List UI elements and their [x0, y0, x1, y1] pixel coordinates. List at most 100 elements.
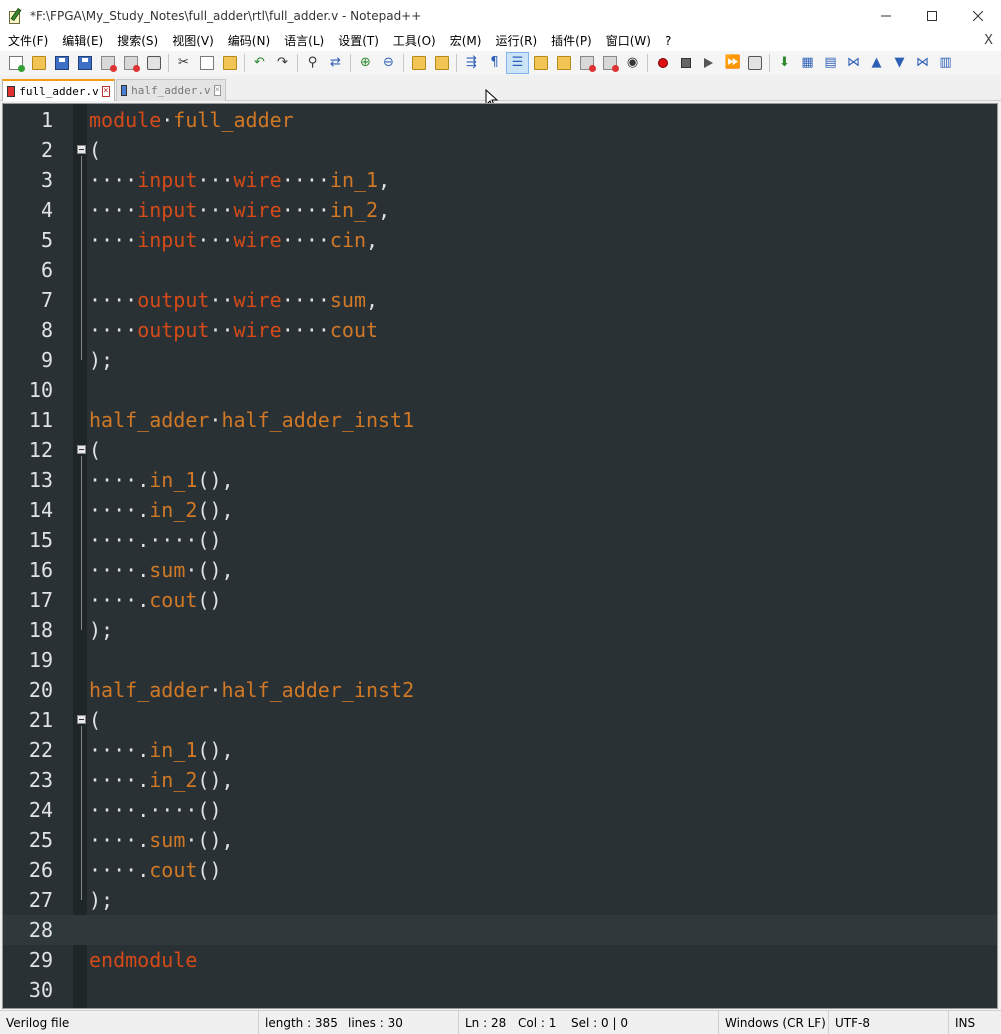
plugin-button-2[interactable]: ▦: [796, 52, 819, 74]
code-text[interactable]: );: [89, 345, 113, 375]
plugin-button-4[interactable]: ⋈: [842, 52, 865, 74]
print-button[interactable]: [142, 52, 165, 74]
redo-button[interactable]: ↷: [271, 52, 294, 74]
paste-button[interactable]: [218, 52, 241, 74]
code-line[interactable]: 23 ····.in_2(),: [3, 765, 997, 795]
code-line[interactable]: 9);: [3, 345, 997, 375]
code-text[interactable]: ····output··wire····sum,: [89, 285, 378, 315]
fold-toggle-icon[interactable]: [77, 715, 86, 724]
code-text[interactable]: );: [89, 615, 113, 645]
plugin-button-7[interactable]: ⋈: [911, 52, 934, 74]
menu-item[interactable]: ?: [657, 31, 677, 51]
word-wrap-button[interactable]: ⇶: [460, 52, 483, 74]
code-line[interactable]: 29 endmodule: [3, 945, 997, 975]
menu-item[interactable]: 编辑(E): [54, 31, 109, 51]
macro-play-button[interactable]: [697, 52, 720, 74]
code-line[interactable]: 26 ····.cout(): [3, 855, 997, 885]
code-line[interactable]: 21 (: [3, 705, 997, 735]
code-text[interactable]: ····.in_2(),: [89, 765, 234, 795]
save-button[interactable]: [50, 52, 73, 74]
menu-item[interactable]: 搜索(S): [109, 31, 164, 51]
code-text[interactable]: ····.sum·(),: [89, 555, 234, 585]
code-text[interactable]: (: [89, 705, 101, 735]
menu-item[interactable]: 插件(P): [543, 31, 598, 51]
copy-button[interactable]: [195, 52, 218, 74]
folder-workspace-button[interactable]: [598, 52, 621, 74]
code-line[interactable]: 27);: [3, 885, 997, 915]
code-text[interactable]: ····input···wire····cin,: [89, 225, 378, 255]
zoom-in-button[interactable]: ⊕: [354, 52, 377, 74]
plugin-button-3[interactable]: ▤: [819, 52, 842, 74]
code-text[interactable]: );: [89, 885, 113, 915]
code-text[interactable]: endmodule: [89, 945, 197, 975]
code-line[interactable]: 14 ····.in_2(),: [3, 495, 997, 525]
tab-full-adder[interactable]: full_adder.v ×: [2, 79, 115, 101]
macro-run-multiple-button[interactable]: ⏩: [720, 52, 743, 74]
fold-toggle-icon[interactable]: [77, 145, 86, 154]
tab-close-icon[interactable]: ×: [101, 85, 110, 97]
code-line[interactable]: 20 half_adder·half_adder_inst2: [3, 675, 997, 705]
code-text[interactable]: ····.····(): [89, 525, 222, 555]
code-text[interactable]: ····.cout(): [89, 585, 222, 615]
undo-button[interactable]: ↶: [248, 52, 271, 74]
close-document-button[interactable]: X: [984, 31, 993, 51]
indent-guide-button[interactable]: ☰: [506, 52, 529, 74]
macro-record-button[interactable]: [651, 52, 674, 74]
code-text[interactable]: (: [89, 435, 101, 465]
plugin-button-5[interactable]: ▲: [865, 52, 888, 74]
notepadpp-app-icon[interactable]: [8, 7, 24, 24]
menu-item[interactable]: 窗口(W): [598, 31, 657, 51]
code-text[interactable]: ····.cout(): [89, 855, 222, 885]
sync-horizontal-button[interactable]: [430, 52, 453, 74]
code-text[interactable]: ····.sum·(),: [89, 825, 234, 855]
open-file-button[interactable]: [27, 52, 50, 74]
code-text[interactable]: (: [89, 135, 101, 165]
code-text[interactable]: ····.····(): [89, 795, 222, 825]
code-line[interactable]: 28: [3, 915, 997, 945]
code-line[interactable]: 10: [3, 375, 997, 405]
code-line[interactable]: 2(: [3, 135, 997, 165]
new-file-button[interactable]: [4, 52, 27, 74]
code-line[interactable]: 5 ····input···wire····cin,: [3, 225, 997, 255]
code-line[interactable]: 11 half_adder·half_adder_inst1: [3, 405, 997, 435]
code-line[interactable]: 16 ····.sum·(),: [3, 555, 997, 585]
code-text[interactable]: ····.in_1(),: [89, 735, 234, 765]
code-text[interactable]: half_adder·half_adder_inst1: [89, 405, 414, 435]
code-line[interactable]: 8 ····output··wire····cout: [3, 315, 997, 345]
doc-map-button[interactable]: [552, 52, 575, 74]
code-text[interactable]: ····input···wire····in_2,: [89, 195, 390, 225]
tab-half-adder[interactable]: half_adder.v ×: [116, 79, 226, 101]
zoom-out-button[interactable]: ⊖: [377, 52, 400, 74]
function-list-button[interactable]: [575, 52, 598, 74]
fold-toggle-icon[interactable]: [77, 445, 86, 454]
code-line[interactable]: 4 ····input···wire····in_2,: [3, 195, 997, 225]
code-line[interactable]: 15 ····.····(): [3, 525, 997, 555]
code-line[interactable]: 3 ····input···wire····in_1,: [3, 165, 997, 195]
menu-item[interactable]: 语言(L): [276, 31, 330, 51]
tab-close-icon[interactable]: ×: [213, 85, 221, 96]
code-text[interactable]: ····input···wire····in_1,: [89, 165, 390, 195]
code-line[interactable]: 18);: [3, 615, 997, 645]
code-line[interactable]: 6: [3, 255, 997, 285]
code-text[interactable]: half_adder·half_adder_inst2: [89, 675, 414, 705]
plugin-button-6[interactable]: ▼: [888, 52, 911, 74]
code-line[interactable]: 25 ····.sum·(),: [3, 825, 997, 855]
menu-item[interactable]: 文件(F): [0, 31, 54, 51]
replace-button[interactable]: ⇄: [324, 52, 347, 74]
language-define-button[interactable]: [529, 52, 552, 74]
close-all-button[interactable]: [119, 52, 142, 74]
menu-item[interactable]: 视图(V): [164, 31, 220, 51]
menu-item[interactable]: 运行(R): [487, 31, 543, 51]
save-all-button[interactable]: [73, 52, 96, 74]
menu-item[interactable]: 设置(T): [330, 31, 385, 51]
macro-stop-button[interactable]: [674, 52, 697, 74]
code-text[interactable]: ····output··wire····cout: [89, 315, 378, 345]
minimize-button[interactable]: [863, 0, 909, 31]
code-line[interactable]: 17 ····.cout(): [3, 585, 997, 615]
code-line[interactable]: 22 ····.in_1(),: [3, 735, 997, 765]
code-line[interactable]: 13 ····.in_1(),: [3, 465, 997, 495]
close-file-button[interactable]: [96, 52, 119, 74]
close-window-button[interactable]: [955, 0, 1001, 31]
monitoring-button[interactable]: ◉: [621, 52, 644, 74]
code-line[interactable]: 1 module·full_adder: [3, 105, 997, 135]
